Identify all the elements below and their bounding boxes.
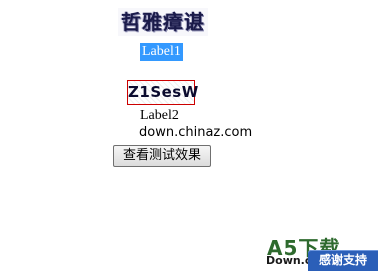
view-test-result-button[interactable]: 查看测试效果 [113,145,211,167]
watermark-badge: 感谢支持 [308,250,378,271]
watermark-domain: Down.c [266,254,312,267]
captcha-image-chinese: 哲雅瘴谌 [118,8,208,36]
label-1: Label1 [140,43,183,61]
domain-text: down.chinaz.com [139,125,253,140]
watermark: A5下载 Down.c 感谢支持 [264,232,378,271]
label-2: Label2 [140,108,179,123]
captcha-alphanumeric-text: Z1SesW [128,83,199,101]
captcha-chinese-text: 哲雅瘴谌 [121,10,205,34]
captcha-image-alphanumeric: Z1SesW [127,80,198,105]
